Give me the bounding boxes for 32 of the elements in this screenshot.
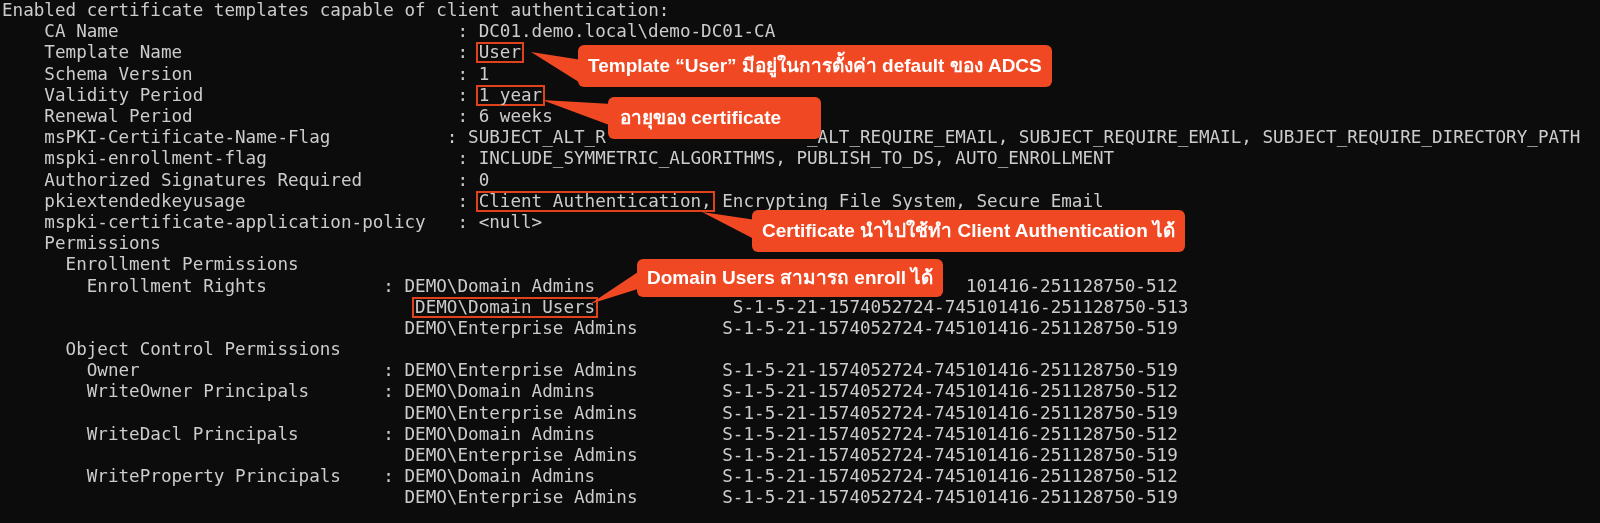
terminal-text: S-1-5-21-1574052724-745101416-251128750-513 (732, 298, 1189, 316)
terminal-text: msPKI-Certificate-Name-Flag : SUBJECT_ALT_R (44, 129, 606, 147)
terminal-text: Template Name : (44, 44, 470, 62)
highlighted-text: User (475, 42, 525, 64)
highlighted-text: 1 year (475, 84, 546, 106)
terminal-text: WriteDacl Principals : DEMO\Domain Admins S-1-5-21-1574052724-745101416-251128750-512 (86, 425, 1178, 443)
terminal-text: Schema Version : 1 (44, 65, 490, 83)
highlighted-text: DEMO\Domain Users (412, 296, 599, 318)
terminal-text: WriteOwner Principals : DEMO\Domain Admins S-1-5-21-1574052724-745101416-251128750-512 (86, 383, 1178, 401)
terminal-text: WriteProperty Principals : DEMO\Domain Admins S-1-5-21-1574052724-745101416-251128750-512 (86, 468, 1178, 486)
terminal-text: mspki-enrollment-flag : INCLUDE_SYMMETRIC_ALGORITHMS, PUBLISH_TO_DS, AUTO_ENROLLMENT (44, 150, 1115, 168)
terminal-text: mspki-certificate-application-policy : <null> (44, 213, 543, 231)
terminal-text: _ALT_REQUIRE_EMAIL, SUBJECT_REQUIRE_EMAIL, SUBJECT_REQUIRE_DIRECTORY_PATH (807, 129, 1581, 147)
terminal-text: Renewal Period : 6 weeks (44, 108, 553, 126)
terminal-text: DEMO\Enterprise Admins S-1-5-21-1574052724-745101416-251128750-519 (404, 404, 1178, 422)
terminal-text: DEMO\Enterprise Admins S-1-5-21-1574052724-745101416-251128750-519 (404, 489, 1178, 507)
terminal-text: DEMO\Enterprise Admins S-1-5-21-1574052724-745101416-251128750-519 (404, 319, 1178, 337)
terminal-text: Validity Period : (44, 86, 470, 104)
terminal-text: Owner : DEMO\Enterprise Admins S-1-5-21-1574052724-745101416-251128750-519 (86, 362, 1178, 380)
terminal-text: 101416-251128750-512 (965, 277, 1178, 295)
terminal-text: Enabled certificate templates capable of client authentication: (2, 2, 670, 20)
terminal-text: Enrollment Permissions (65, 256, 299, 274)
terminal-text: DEMO\Enterprise Admins S-1-5-21-1574052724-745101416-251128750-519 (404, 447, 1178, 465)
terminal-text: Object Control Permissions (65, 341, 341, 359)
terminal-text: pkiextendedkeyusage : (44, 192, 470, 210)
highlighted-text: Client Authentication, (475, 190, 715, 212)
terminal-text: Enrollment Rights : DEMO\Domain Admins (86, 277, 596, 295)
terminal-text: Encrypting File System, Secure Email (722, 192, 1104, 210)
terminal-text: Permissions (44, 235, 161, 253)
callout-pointer (531, 52, 582, 84)
terminal-text: Authorized Signatures Required : 0 (44, 171, 490, 189)
terminal-text: CA Name : DC01.demo.local\demo-DC01-CA (44, 23, 776, 41)
